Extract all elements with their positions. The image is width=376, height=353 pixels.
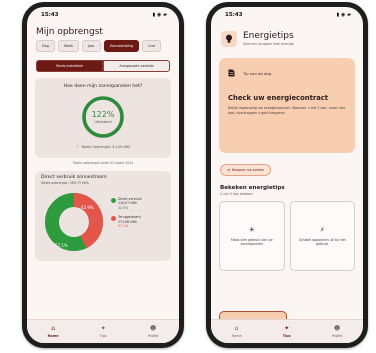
tip-tile-partial[interactable] — [219, 311, 287, 319]
nav-profile-label: Profiel — [331, 333, 343, 338]
profile-icon: ☻ — [334, 324, 341, 332]
nav-tips[interactable]: ✦ Tips — [99, 324, 107, 338]
efficiency-status: Uitstekend — [94, 120, 112, 124]
tips-icon: ✦ — [284, 324, 290, 332]
status-bar: 15:43 ▮ ◉ ▰ — [27, 7, 179, 23]
phone-left: 15:43 ▮ ◉ ▰ Mijn opbrengst Dag Week Jaar… — [22, 2, 184, 348]
efficiency-title: Hoe doen mijn zonnepanelen het? — [63, 84, 143, 89]
nav-home[interactable]: ⌂ Home — [47, 324, 59, 338]
legend-dot-returned — [111, 216, 116, 222]
efficiency-percent: 122% — [91, 110, 115, 119]
legend-direct: Direct verbruik 116,07 kWh 42.9% — [111, 197, 142, 210]
status-time: 15:43 — [225, 12, 243, 18]
total-yield-text: Totale Opbrengst: 3.149 kWh — [81, 145, 131, 149]
nav-home[interactable]: ⌂ Home — [231, 324, 242, 338]
home-screen: 15:43 ▮ ◉ ▰ Mijn opbrengst Dag Week Jaar… — [27, 7, 179, 343]
direct-use-donut: 42.9% 57.1% — [45, 193, 103, 251]
legend-dot-direct — [111, 198, 116, 203]
status-time: 15:43 — [41, 12, 59, 18]
filter-radiation[interactable]: Zonnestraling — [103, 40, 140, 52]
home-icon: ⌂ — [234, 324, 239, 332]
tips-icon: ✦ — [100, 324, 106, 332]
total-yield: ⚡ Totale Opbrengst: 3.149 kWh — [39, 144, 167, 150]
tip-of-day-card[interactable]: Tip van de dag Check uw energiecontract … — [219, 58, 355, 153]
donut-label-returned: 57.1% — [55, 243, 68, 248]
direct-use-chart-area: 42.9% 57.1% Direct verbruik 116,07 kWh 4… — [41, 189, 165, 255]
donut-label-direct: 42.9% — [81, 205, 94, 210]
nav-tips-label: Tips — [99, 333, 107, 338]
bolt-icon: ⚡ — [75, 144, 80, 150]
period-filter: Dag Week Jaar Zonnestraling Live — [27, 40, 179, 52]
legend-returned-label: Teruggeleverd — [118, 215, 141, 220]
document-icon — [228, 69, 235, 77]
page-title: Energietips — [243, 31, 294, 41]
savings-icon: ◔ — [227, 168, 230, 172]
nav-tips[interactable]: ✦ Tips — [282, 324, 291, 338]
nav-profile[interactable]: ☻ Profiel — [147, 324, 159, 338]
status-bar: 15:43 ▮ ◉ ▰ — [211, 7, 363, 23]
status-icons: ▮ ◉ ▰ — [152, 12, 167, 18]
donut-legend: Direct verbruik 116,07 kWh 42.9% Terugge… — [111, 197, 142, 233]
tips-grid: ☀ Maak slim gebruik van uw zonnepanelen … — [211, 196, 363, 271]
tip-of-day-body: Bekijk regelmatig uw energiecontract. Wa… — [228, 106, 345, 115]
segment-since-install[interactable]: Sinds installatie — [36, 60, 103, 72]
filter-day[interactable]: Dag — [36, 40, 55, 52]
tip-of-day-label: Tip van de dag — [243, 70, 272, 76]
legend-returned: Teruggeleverd 273,66 kWh 57.1% — [111, 215, 142, 228]
nav-home-label: Home — [47, 333, 59, 338]
nav-home-label: Home — [231, 333, 242, 338]
sun-icon: ☀ — [248, 225, 255, 234]
efficiency-value: 122% Uitstekend — [80, 94, 126, 140]
bottom-nav: ⌂ Home ✦ Tips ☻ Profiel — [27, 319, 179, 343]
page-subtitle: Slimmer omgaan met energie — [243, 42, 294, 46]
status-icons: ▮ ◉ ▰ — [336, 12, 351, 18]
bolt-icon: ⚡ — [319, 225, 325, 234]
direct-use-subtitle: Totale opbrengst: 389,73 kWh — [41, 181, 89, 185]
legend-direct-percent: 42.9% — [118, 205, 129, 210]
efficiency-card: Hoe doen mijn zonnepanelen het? 122% Uit… — [35, 78, 171, 158]
nav-profile-label: Profiel — [147, 333, 159, 338]
segment-custom-period[interactable]: Aangepaste periode — [103, 60, 170, 72]
savings-button-label: Bespaar uw kosten — [231, 168, 265, 172]
lightbulb-icon — [221, 31, 237, 47]
efficiency-ring: 122% Uitstekend — [80, 94, 126, 140]
direct-use-title: Direct verbruik zonnestroom — [41, 175, 107, 180]
filter-live[interactable]: Live — [142, 40, 162, 52]
nav-profile[interactable]: ☻ Profiel — [331, 324, 343, 338]
tips-screen: 15:43 ▮ ◉ ▰ Energietips Slimmer omgaan m… — [211, 7, 363, 343]
phone-right: 15:43 ▮ ◉ ▰ Energietips Slimmer omgaan m… — [206, 2, 368, 348]
tip-tile-solar[interactable]: ☀ Maak slim gebruik van uw zonnepanelen — [219, 201, 285, 271]
home-icon: ⌂ — [51, 324, 55, 332]
yield-since-note: Totale opbrengst sinds 30 maart 2024 — [72, 161, 134, 165]
range-toggle: Sinds installatie Aangepaste periode — [36, 60, 170, 72]
direct-use-card: Direct verbruik zonnestroom Totale opbre… — [35, 171, 171, 261]
legend-returned-percent: 57.1% — [118, 224, 129, 229]
tips-header: Energietips Slimmer omgaan met energie — [211, 23, 363, 47]
viewed-tips-title: Bekeken energietips — [220, 185, 285, 191]
page-title: Mijn opbrengst — [36, 27, 103, 37]
savings-button[interactable]: ◔ Bespaar uw kosten — [220, 164, 272, 176]
tip-tile-devices[interactable]: ⚡ Schakel apparaten uit bij niet gebruik — [289, 201, 355, 271]
tip-of-day-title: Check uw energiecontract — [228, 94, 329, 102]
filter-year[interactable]: Jaar — [82, 40, 101, 52]
profile-icon: ☻ — [149, 324, 157, 332]
tip-tile-devices-text: Schakel apparaten uit bij niet gebruik — [298, 237, 346, 246]
nav-tips-label: Tips — [282, 333, 291, 338]
tip-tile-solar-text: Maak slim gebruik van uw zonnepanelen — [230, 237, 273, 246]
tip-of-day-header: Tip van de dag — [228, 69, 346, 77]
bottom-nav: ⌂ Home ✦ Tips ☻ Profiel — [211, 319, 363, 343]
filter-week[interactable]: Week — [57, 40, 80, 52]
